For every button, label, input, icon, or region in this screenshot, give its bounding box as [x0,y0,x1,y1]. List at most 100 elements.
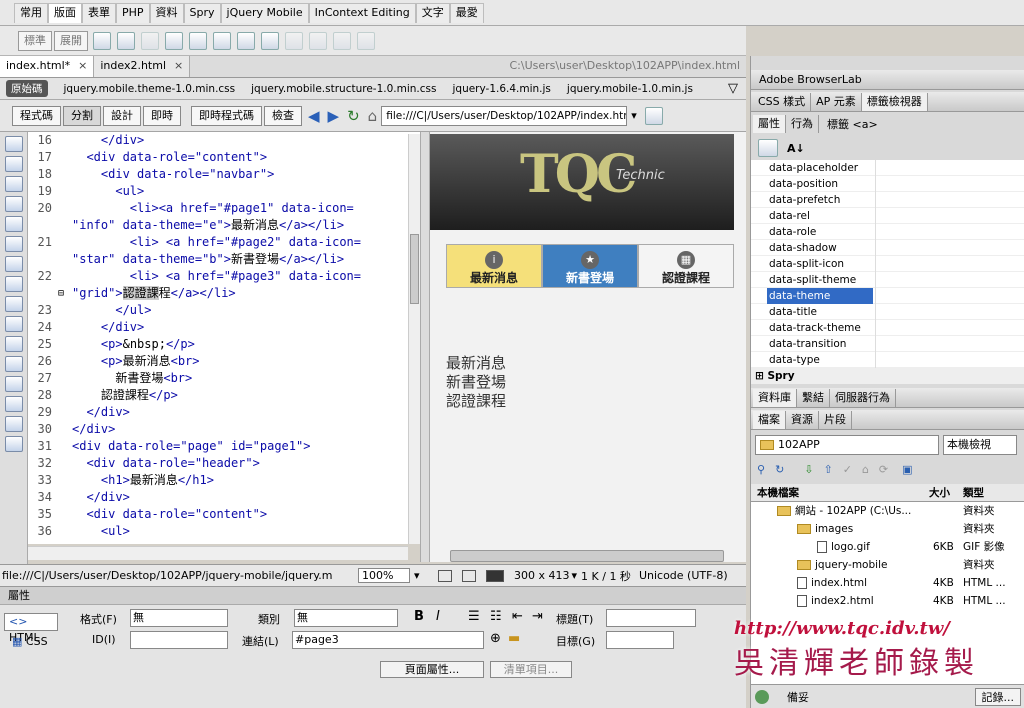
columns-icon[interactable] [333,31,351,50]
comment-icon[interactable] [5,316,23,332]
numbered-list-icon[interactable]: ☷ [490,609,502,624]
zoom-dropdown-icon[interactable]: ▾ [414,569,428,582]
check-in-icon[interactable]: ⌂ [862,463,869,476]
header-size[interactable]: 大小 [929,484,950,502]
attribute-row[interactable]: data-position [751,176,1024,192]
table-icon[interactable] [93,31,111,50]
fold-marker-icon[interactable]: ⊟ [58,285,64,302]
close-tab-icon[interactable]: × [174,59,183,72]
view-button-1[interactable]: 分割 [63,105,101,126]
live-button-1[interactable]: 檢查 [264,105,302,126]
move-css-icon[interactable] [5,376,23,392]
indent-icon[interactable] [5,396,23,412]
spry-menu-icon[interactable] [165,31,183,50]
attribute-row[interactable]: data-theme [751,288,1024,304]
doc-tab-1[interactable]: index2.html × [94,56,191,77]
tablet-size-icon[interactable] [462,569,476,582]
db-tab-2[interactable]: 伺服器行為 [830,389,896,407]
attribute-row[interactable]: data-type [751,352,1024,368]
indent-icon[interactable]: ⇥ [532,609,543,624]
live-button-0[interactable]: 即時程式碼 [191,105,262,126]
target-select[interactable] [606,631,674,649]
view-select[interactable]: 本機檢視 [943,435,1017,455]
expand-icon[interactable]: ▣ [902,463,912,476]
file-row[interactable]: jquery-mobile 資料夾 [751,556,1024,574]
visual-aids-icon[interactable] [644,106,663,125]
connect-icon[interactable]: ⚲ [757,463,765,476]
format-select[interactable]: 無 [130,609,228,627]
header-type[interactable]: 類型 [963,484,984,502]
panel-tab-0[interactable]: CSS 樣式 [753,93,812,111]
insert-div-icon[interactable] [117,31,135,50]
attribute-row[interactable]: data-prefetch [751,192,1024,208]
view-button-2[interactable]: 設計 [103,105,141,126]
attr-tab-0[interactable]: 屬性 [753,115,786,133]
select-parent-icon[interactable] [5,196,23,212]
window-size-dropdown-icon[interactable]: ▾ [572,569,578,582]
zoom-select[interactable]: 100% [358,568,410,583]
related-file-3[interactable]: jquery-1.6.4.min.js [452,83,550,95]
insert-tab-9[interactable]: 最愛 [449,2,484,23]
insert-tab-3[interactable]: PHP [116,2,150,23]
css-mode-button[interactable]: ▦ CSS [12,635,48,648]
open-documents-icon[interactable] [5,136,23,152]
file-row[interactable]: images 資料夾 [751,520,1024,538]
insert-tab-4[interactable]: 資料 [149,2,184,23]
file-row[interactable]: index.html 4KB HTML ... [751,574,1024,592]
header-local-files[interactable]: 本機檔案 [757,484,799,502]
spry-panels-icon[interactable] [189,31,207,50]
related-file-2[interactable]: jquery.mobile.structure-1.0.min.css [251,83,436,95]
close-tab-icon[interactable]: × [78,59,87,72]
filter-icon[interactable]: ▽ [728,81,738,96]
nav-button-1[interactable]: ★ 新書登場 [542,244,638,288]
point-to-file-icon[interactable]: ⊕ [490,631,501,646]
put-files-icon[interactable]: ⇧ [824,463,833,476]
db-tab-0[interactable]: 資料庫 [753,389,797,407]
site-select[interactable]: 102APP [755,435,939,455]
check-out-icon[interactable]: ✓ [843,463,852,476]
outdent-icon[interactable]: ⇤ [512,609,523,624]
refresh-files-icon[interactable]: ↻ [775,463,784,476]
back-arrow-icon[interactable]: ◀ [308,107,320,125]
attribute-row[interactable]: data-split-theme [751,272,1024,288]
iframe-icon[interactable] [261,31,279,50]
snippet-icon[interactable] [5,356,23,372]
attribute-row[interactable]: data-shadow [751,240,1024,256]
design-horizontal-scrollbar[interactable] [450,550,724,562]
window-size-value[interactable]: 300 x 413 [514,569,570,582]
db-tab-1[interactable]: 繫結 [797,389,830,407]
bold-button[interactable]: B [414,609,424,624]
page-properties-button[interactable]: 頁面屬性... [380,661,484,678]
home-icon[interactable]: ⌂ [368,107,378,125]
address-dropdown-icon[interactable]: ▾ [631,109,637,122]
id-select[interactable] [130,631,228,649]
design-view[interactable]: TQC Technic i 最新消息 ★ 新書登場 ▦ 認證課程 最新消息 新書登場 認證課程 [430,132,746,562]
rows-icon[interactable] [357,31,375,50]
files-tab-2[interactable]: 片段 [819,411,852,429]
sync-icon[interactable]: ⟳ [879,463,888,476]
ap-div-icon[interactable] [141,31,159,50]
file-row[interactable]: 網站 - 102APP (C:\Us... 資料夾 [751,502,1024,520]
browse-folder-icon[interactable]: ▬ [508,631,520,646]
attribute-row[interactable]: data-placeholder [751,160,1024,176]
spry-group[interactable]: ⊞ Spry [751,368,1024,384]
panel-tab-1[interactable]: AP 元素 [811,93,862,111]
html-mode-button[interactable]: <> HTML [4,613,58,644]
split-divider[interactable] [420,132,430,562]
attribute-row[interactable]: data-track-theme [751,320,1024,336]
file-row[interactable]: logo.gif 6KB GIF 影像 [751,538,1024,556]
expanded-mode-button[interactable]: 展開 [54,30,88,51]
class-select[interactable]: 無 [294,609,398,627]
title-field[interactable] [606,609,696,627]
log-button[interactable]: 記錄... [974,687,1021,706]
code-scroll-thumb[interactable] [410,234,419,304]
address-field[interactable]: file:///C|/Users/user/Desktop/102APP/ind… [381,105,628,126]
bullet-list-icon[interactable]: ☰ [468,609,480,624]
category-view-icon[interactable] [758,139,778,157]
attribute-row[interactable]: data-split-icon [751,256,1024,272]
spry-accordion-icon[interactable] [213,31,231,50]
nav-button-0[interactable]: i 最新消息 [446,244,542,288]
code-vertical-scrollbar[interactable] [408,134,420,544]
related-file-0[interactable]: 原始碼 [6,80,48,97]
link-field[interactable]: #page3 [292,631,484,649]
